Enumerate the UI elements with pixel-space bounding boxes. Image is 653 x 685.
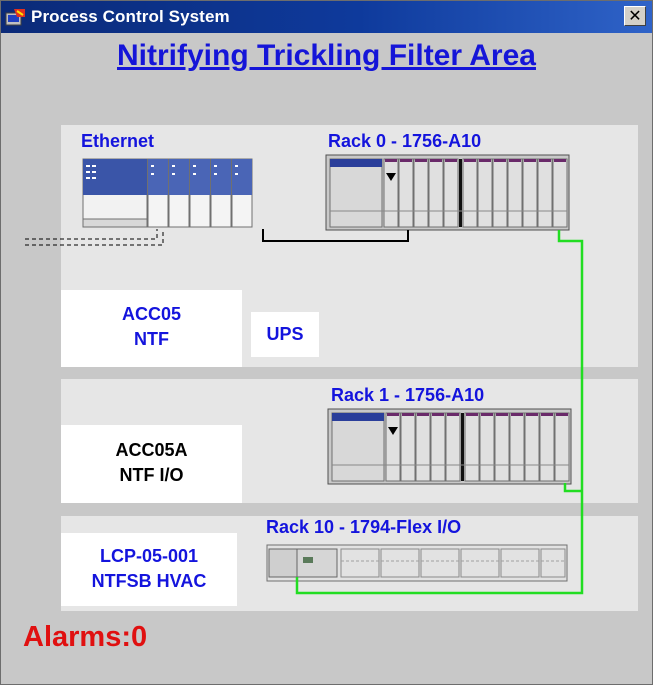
network-diagram <box>25 154 584 595</box>
alarms-label: Alarms: <box>23 621 131 653</box>
process-control-window: Process Control System ✕ Nitrifying Tric… <box>0 0 653 685</box>
ethernet-switch[interactable] <box>82 158 253 228</box>
alarms-indicator[interactable]: Alarms:0 <box>23 621 147 654</box>
rack1-chassis[interactable] <box>327 408 572 485</box>
alarms-count: 0 <box>131 621 148 653</box>
ethernet-cable <box>262 229 409 242</box>
rack10-flex-io[interactable] <box>266 544 568 582</box>
external-ethernet-link <box>25 229 164 246</box>
rack0-chassis[interactable] <box>325 154 570 231</box>
